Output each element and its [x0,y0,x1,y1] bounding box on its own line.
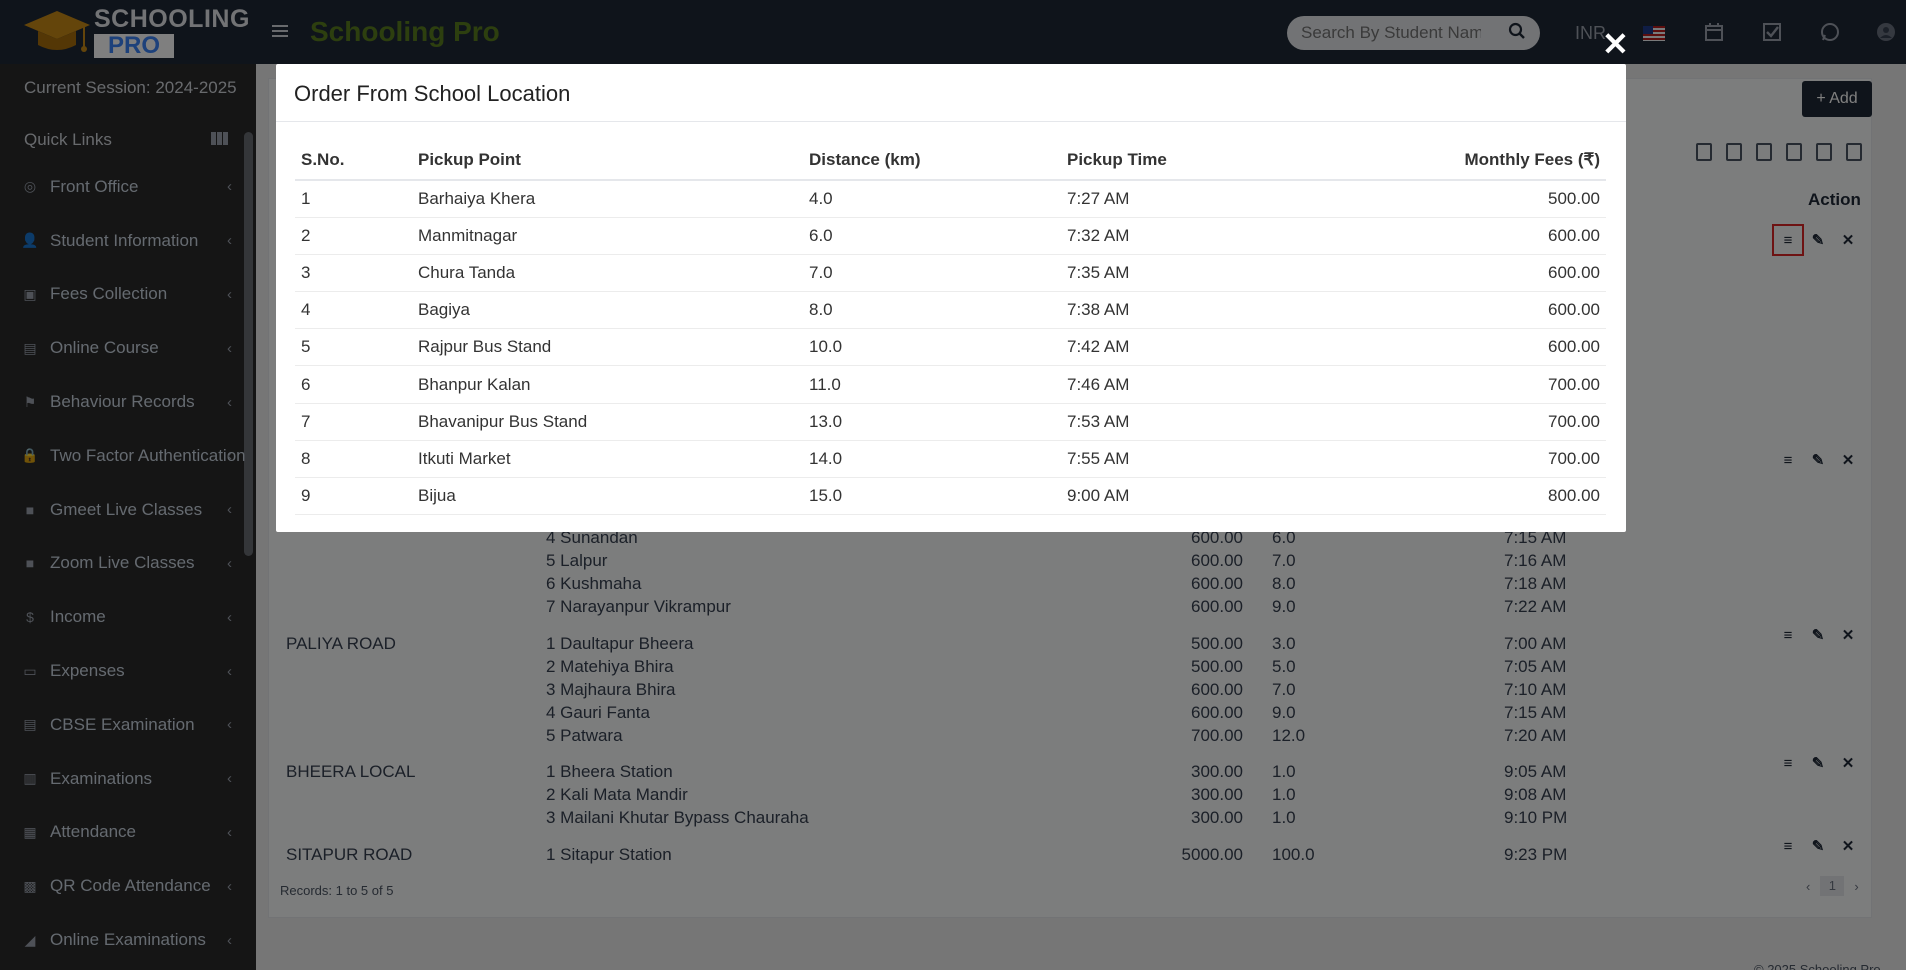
distance-cell: 4.0 [803,180,1061,218]
table-row: 8 Itkuti Market 14.0 7:55 AM 700.00 [295,440,1606,479]
distance-cell: 6.0 [803,217,1061,255]
distance-cell: 13.0 [803,403,1061,441]
sno-cell: 1 [295,180,412,218]
table-row: 6 Bhanpur Kalan 11.0 7:46 AM 700.00 [295,365,1606,404]
pickup-time-cell: 7:46 AM [1061,365,1261,404]
monthly-fees-cell: 600.00 [1261,328,1606,367]
pickup-point-cell: Bhavanipur Bus Stand [412,403,803,441]
table-row: 1 Barhaiya Khera 4.0 7:27 AM 500.00 [295,180,1606,218]
distance-cell: 10.0 [803,328,1061,367]
col-pickup-time: Pickup Time [1061,140,1261,181]
pickup-time-cell: 7:55 AM [1061,440,1261,479]
close-icon[interactable]: ✕ [1602,28,1629,60]
pickup-point-cell: Manmitnagar [412,217,803,255]
modal-title: Order From School Location [276,64,1626,122]
pickup-time-cell: 7:38 AM [1061,291,1261,330]
pickup-point-cell: Barhaiya Khera [412,180,803,218]
monthly-fees-cell: 600.00 [1261,254,1606,293]
table-row: 7 Bhavanipur Bus Stand 13.0 7:53 AM 700.00 [295,403,1606,441]
pickup-point-cell: Chura Tanda [412,254,803,293]
col-distance: Distance (km) [803,140,1061,181]
pickup-points-table: S.No. Pickup Point Distance (km) Pickup … [295,140,1606,516]
distance-cell: 11.0 [803,365,1061,404]
monthly-fees-cell: 700.00 [1261,440,1606,479]
sno-cell: 3 [295,254,412,293]
pickup-time-cell: 9:00 AM [1061,477,1261,516]
distance-cell: 15.0 [803,477,1061,516]
table-row: 2 Manmitnagar 6.0 7:32 AM 600.00 [295,217,1606,255]
pickup-point-cell: Bagiya [412,291,803,330]
pickup-point-cell: Bijua [412,477,803,516]
monthly-fees-cell: 600.00 [1261,217,1606,255]
distance-cell: 14.0 [803,440,1061,479]
pickup-time-cell: 7:27 AM [1061,180,1261,218]
col-pickup-point: Pickup Point [412,140,803,181]
pickup-time-cell: 7:53 AM [1061,403,1261,441]
pickup-time-cell: 7:35 AM [1061,254,1261,293]
pickup-point-cell: Itkuti Market [412,440,803,479]
col-sno: S.No. [295,140,412,181]
pickup-point-cell: Bhanpur Kalan [412,365,803,404]
table-row: 3 Chura Tanda 7.0 7:35 AM 600.00 [295,254,1606,293]
pickup-points-modal: Order From School Location S.No. Pickup … [276,64,1626,532]
table-row: 5 Rajpur Bus Stand 10.0 7:42 AM 600.00 [295,328,1606,367]
col-monthly-fees: Monthly Fees (₹) [1261,140,1606,181]
pickup-time-cell: 7:42 AM [1061,328,1261,367]
sno-cell: 7 [295,403,412,441]
monthly-fees-cell: 600.00 [1261,291,1606,330]
table-row: 9 Bijua 15.0 9:00 AM 800.00 [295,477,1606,516]
sno-cell: 4 [295,291,412,330]
pickup-time-cell: 7:32 AM [1061,217,1261,255]
sno-cell: 2 [295,217,412,255]
sno-cell: 9 [295,477,412,516]
monthly-fees-cell: 800.00 [1261,477,1606,516]
monthly-fees-cell: 700.00 [1261,403,1606,441]
distance-cell: 7.0 [803,254,1061,293]
sno-cell: 8 [295,440,412,479]
pickup-point-cell: Rajpur Bus Stand [412,328,803,367]
sno-cell: 6 [295,365,412,404]
distance-cell: 8.0 [803,291,1061,330]
sno-cell: 5 [295,328,412,367]
monthly-fees-cell: 700.00 [1261,365,1606,404]
table-row: 4 Bagiya 8.0 7:38 AM 600.00 [295,291,1606,330]
monthly-fees-cell: 500.00 [1261,180,1606,218]
